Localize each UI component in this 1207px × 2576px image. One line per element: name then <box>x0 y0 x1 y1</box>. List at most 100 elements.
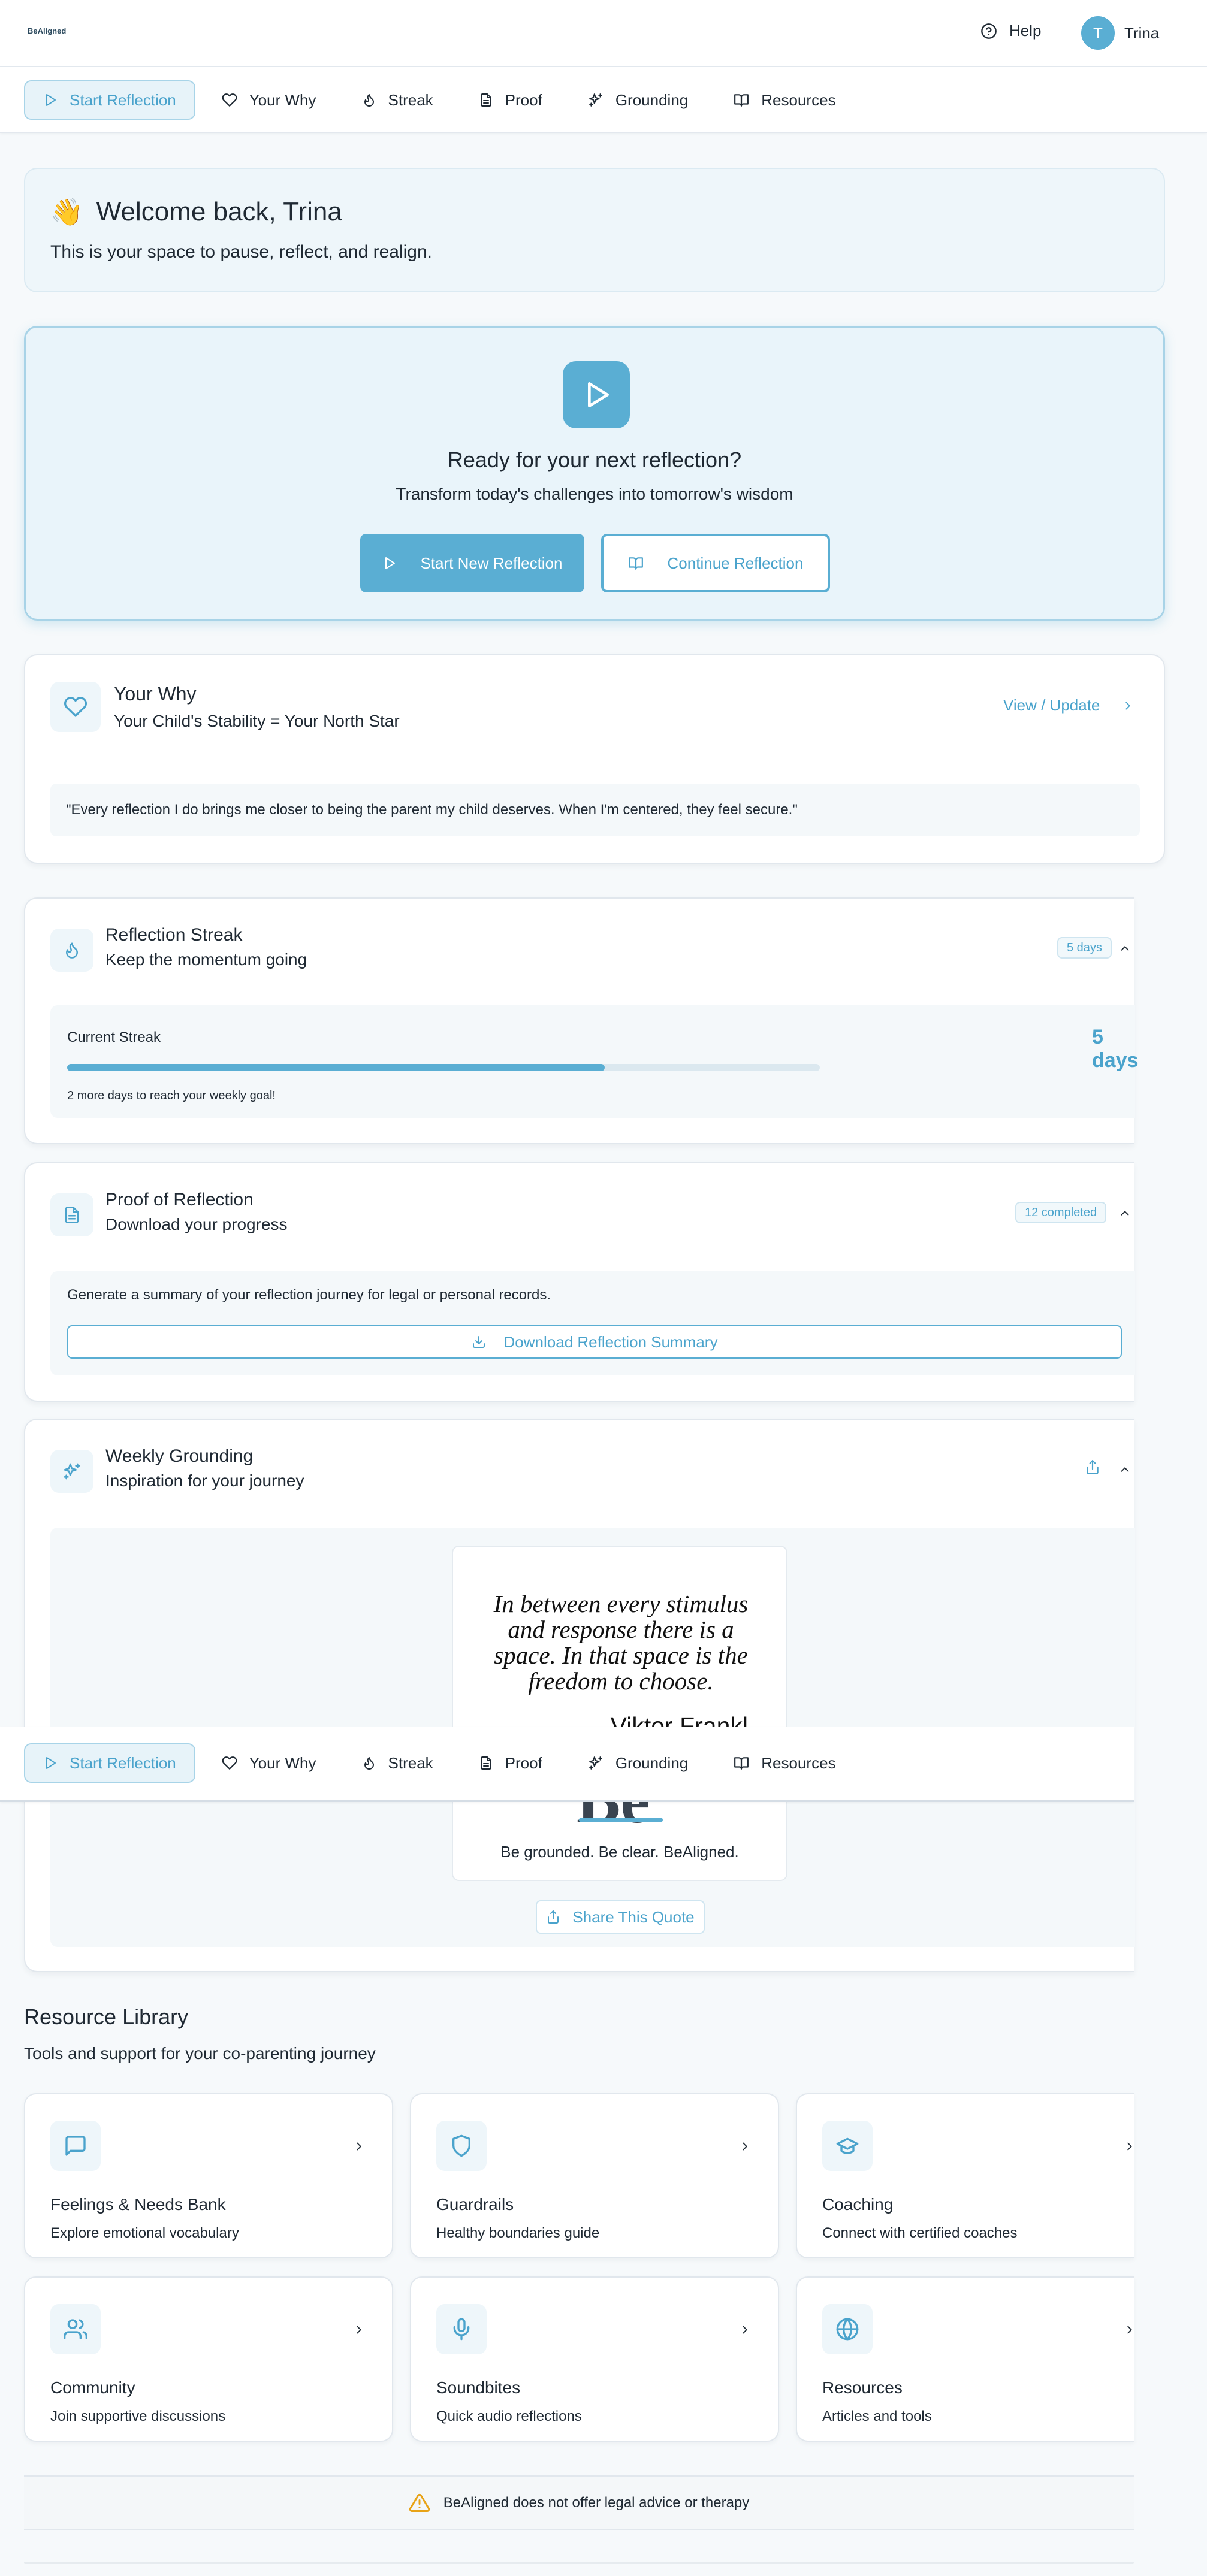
resource-card-coaching[interactable]: Coaching Connect with certified coaches <box>796 2093 1134 2258</box>
tab-grounding[interactable]: Grounding <box>569 80 707 120</box>
footer-divider <box>24 2562 1134 2564</box>
play-icon <box>385 557 395 569</box>
chevron-up-icon[interactable] <box>1118 1207 1131 1220</box>
welcome-title: Welcome back, Trina <box>96 197 342 226</box>
proof-badge: 12 completed <box>1015 1202 1107 1223</box>
tab-label: Your Why <box>249 90 316 109</box>
chevron-right-icon <box>357 2326 361 2334</box>
shield-icon <box>452 2134 470 2157</box>
grounding-icon-box <box>50 1450 93 1493</box>
section-nav: Start Reflection Your Why Streak Proof G… <box>0 67 1207 133</box>
chevron-right-icon <box>743 2142 747 2151</box>
resource-subtitle: Healthy boundaries guide <box>436 2225 600 2241</box>
streak-progress-bar <box>67 1064 820 1071</box>
help-circle-icon <box>981 23 997 39</box>
tab-proof[interactable]: Proof <box>460 80 562 120</box>
streak-badge: 5 days <box>1057 937 1112 959</box>
play-icon <box>46 1757 56 1769</box>
resource-icon-box <box>50 2121 101 2171</box>
chevron-up-icon[interactable] <box>1118 942 1131 955</box>
cta-title: Ready for your next reflection? <box>447 448 742 472</box>
tab-label: Start Reflection <box>70 1753 176 1772</box>
start-new-reflection-button[interactable]: Start New Reflection <box>360 534 584 592</box>
streak-title: Reflection Streak <box>105 925 243 945</box>
continue-reflection-button[interactable]: Continue Reflection <box>601 534 830 592</box>
tab-resources[interactable]: Resources <box>714 80 855 120</box>
resource-card-soundbites[interactable]: Soundbites Quick audio reflections <box>410 2276 779 2442</box>
resource-icon-box <box>436 2304 487 2354</box>
streak-panel: Current Streak 5 days 2 more days to rea… <box>50 1005 1139 1118</box>
flame-icon <box>364 94 374 107</box>
proof-panel: Generate a summary of your reflection jo… <box>50 1271 1135 1375</box>
resource-card-community[interactable]: Community Join supportive discussions <box>24 2276 393 2442</box>
flame-icon <box>364 1757 374 1770</box>
chevron-right-icon <box>1127 2142 1132 2151</box>
tab-label: Resources <box>761 90 836 109</box>
reflection-cta-card: Ready for your next reflection? Transfor… <box>24 326 1165 621</box>
grounding-subtitle: Inspiration for your journey <box>105 1471 304 1490</box>
flame-icon <box>66 942 78 959</box>
file-icon <box>480 93 491 107</box>
resource-title: Guardrails <box>436 2195 514 2214</box>
tab-start-reflection[interactable]: Start Reflection <box>24 80 195 120</box>
cta-subtitle: Transform today's challenges into tomorr… <box>396 485 793 503</box>
link-label: View / Update <box>1003 696 1100 714</box>
resource-title: Resources <box>822 2378 903 2397</box>
tab-resources[interactable]: Resources <box>714 1743 855 1783</box>
quote-tagline: Be grounded. Be clear. BeAligned. <box>500 1843 739 1861</box>
user-avatar[interactable]: T <box>1081 16 1115 50</box>
tab-your-why[interactable]: Your Why <box>203 1743 336 1783</box>
sticky-section-nav: Start Reflection Your Why Streak Proof G… <box>0 1727 1134 1802</box>
welcome-banner: 👋 Welcome back, Trina This is your space… <box>24 168 1165 292</box>
file-icon <box>480 1756 491 1770</box>
tab-label: Proof <box>505 1753 542 1772</box>
tab-your-why[interactable]: Your Why <box>203 80 336 120</box>
resource-card-guardrails[interactable]: Guardrails Healthy boundaries guide <box>410 2093 779 2258</box>
tab-label: Start Reflection <box>70 90 176 109</box>
brand-logo-text: BeAligned <box>28 26 67 35</box>
proof-subtitle: Download your progress <box>105 1215 288 1233</box>
heart-icon <box>222 93 237 107</box>
chevron-right-icon <box>1127 2326 1132 2334</box>
resource-card-resources[interactable]: Resources Articles and tools <box>796 2276 1134 2442</box>
streak-subtitle: Keep the momentum going <box>105 950 307 969</box>
brand-logo[interactable]: BeAligned <box>28 26 66 35</box>
proof-description: Generate a summary of your reflection jo… <box>67 1287 551 1303</box>
message-square-icon <box>65 2136 86 2156</box>
play-icon <box>588 382 609 407</box>
why-subtitle: Your Child's Stability = Your North Star <box>114 712 400 730</box>
chevron-up-icon[interactable] <box>1118 1463 1131 1476</box>
resource-icon-box <box>50 2304 101 2354</box>
help-label: Help <box>1009 22 1042 40</box>
grounding-card: Weekly Grounding Inspiration for your jo… <box>24 1419 1135 1972</box>
proof-icon-box <box>50 1193 93 1236</box>
share-quote-button[interactable]: Share This Quote <box>536 1900 705 1934</box>
heart-icon <box>222 1756 237 1770</box>
globe-icon <box>836 2318 859 2341</box>
button-label: Share This Quote <box>572 1907 695 1926</box>
top-header: BeAligned Help T Trina <box>0 0 1207 67</box>
graduation-cap-icon <box>836 2137 859 2154</box>
legal-disclaimer: BeAligned does not offer legal advice or… <box>24 2475 1134 2530</box>
tab-streak[interactable]: Streak <box>343 80 452 120</box>
view-update-link[interactable]: View / Update <box>1003 696 1134 715</box>
tab-grounding[interactable]: Grounding <box>569 1743 707 1783</box>
help-button[interactable]: Help <box>980 22 1041 40</box>
user-name[interactable]: Trina <box>1124 24 1159 43</box>
tab-proof[interactable]: Proof <box>460 1743 562 1783</box>
resource-subtitle: Join supportive discussions <box>50 2408 226 2424</box>
resource-card-feelings[interactable]: Feelings & Needs Bank Explore emotional … <box>24 2093 393 2258</box>
tab-label: Streak <box>388 90 433 109</box>
share-icon[interactable] <box>1085 1459 1100 1475</box>
resource-subtitle: Connect with certified coaches <box>822 2225 1018 2241</box>
tab-start-reflection[interactable]: Start Reflection <box>24 1743 195 1783</box>
resource-library-title: Resource Library <box>24 2004 189 2029</box>
tab-streak[interactable]: Streak <box>343 1743 452 1783</box>
disclaimer-text: BeAligned does not offer legal advice or… <box>443 2495 750 2511</box>
sparkles-icon <box>589 93 602 107</box>
download-summary-button[interactable]: Download Reflection Summary <box>67 1325 1122 1359</box>
why-title: Your Why <box>114 683 197 705</box>
tab-label: Resources <box>761 1753 836 1772</box>
resource-title: Soundbites <box>436 2378 521 2397</box>
why-statement: "Every reflection I do brings me closer … <box>50 784 1140 836</box>
